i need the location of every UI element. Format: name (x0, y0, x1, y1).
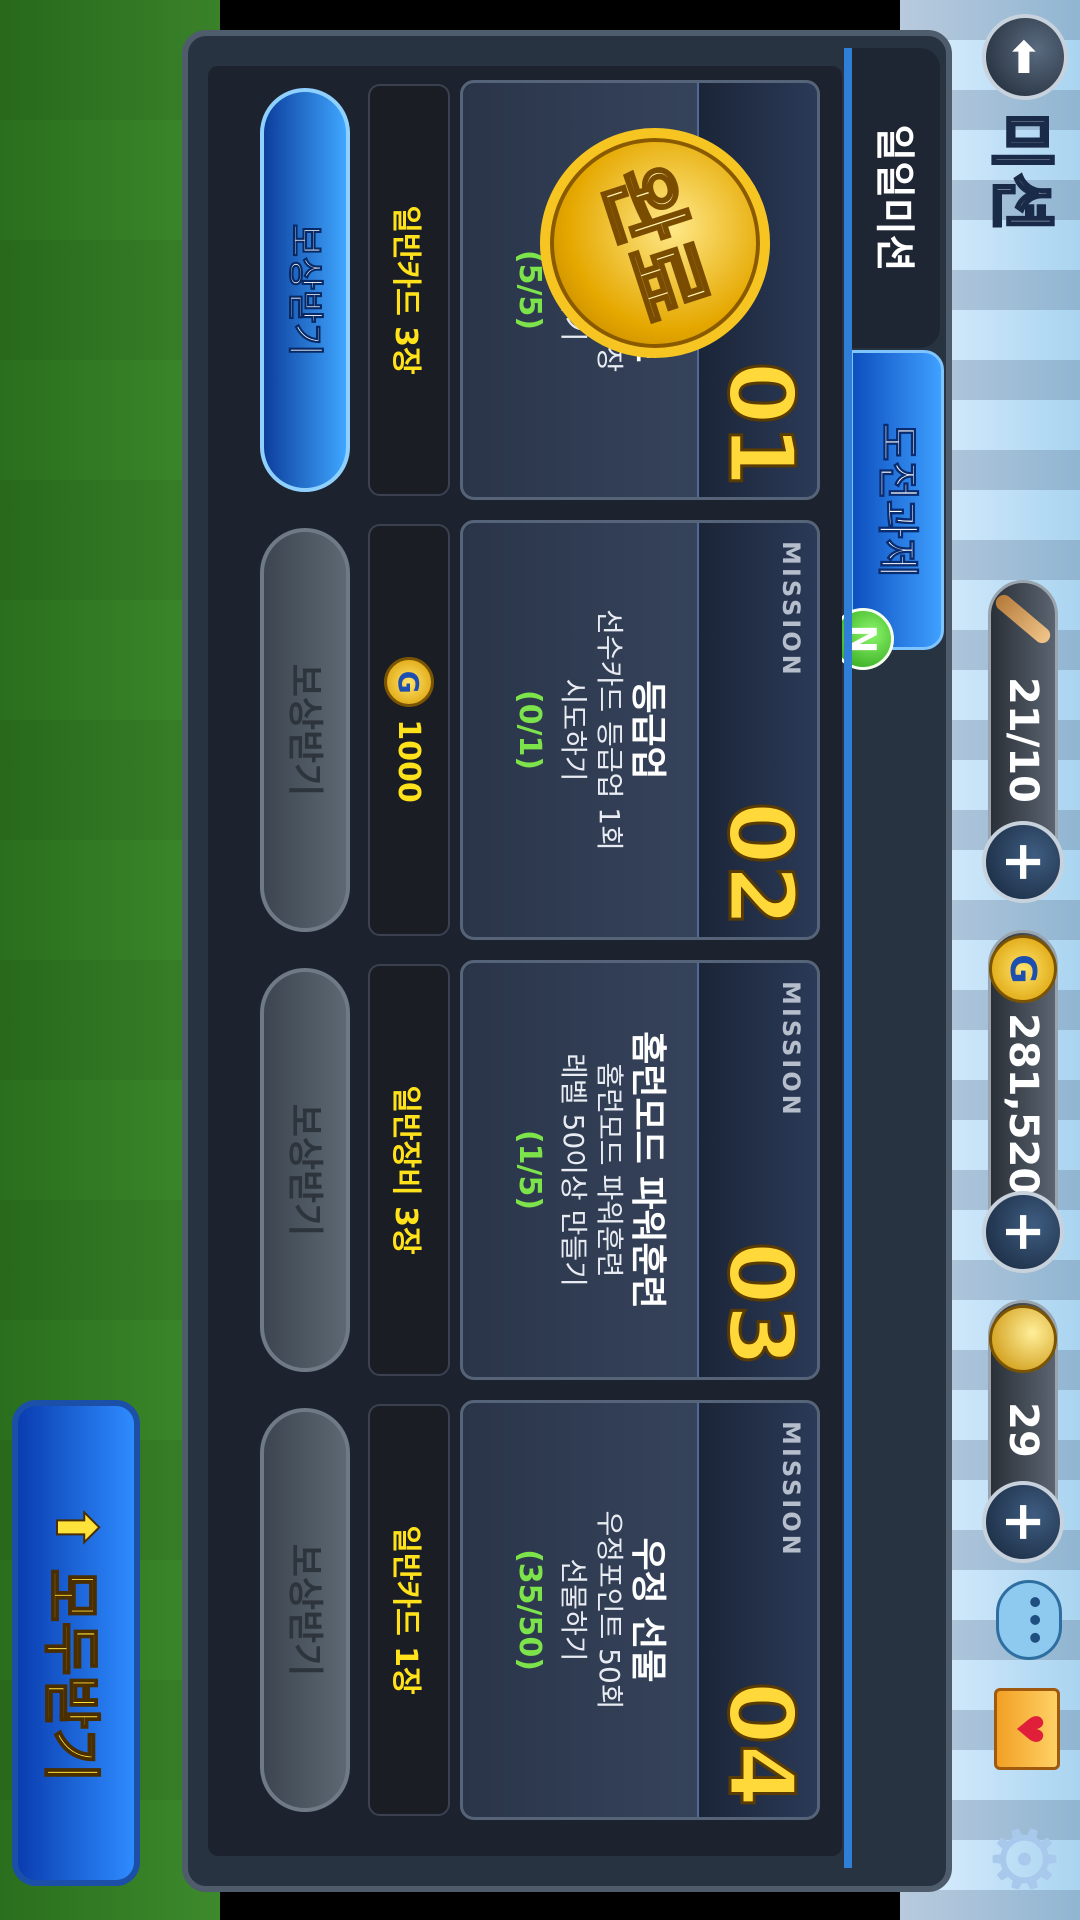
gold-ball-icon (983, 1299, 1063, 1379)
mission-card-04: MISSION 04 우정 선물 우정포인트 50회 선물하기 (35/50) … (240, 1400, 820, 1820)
mission-reward-label: 일반카드 1장 (388, 1525, 423, 1695)
gold-counter: 29 + (982, 1300, 1064, 1563)
add-coin-button[interactable]: + (982, 1191, 1064, 1273)
chat-icon[interactable]: ••• (996, 1580, 1062, 1660)
mission-progress: (35/50) (512, 1549, 547, 1671)
mission-card-02: MISSION 02 등급업 선수카드 등급업 1회 시도하기 (0/1) G … (240, 520, 820, 940)
mission-label: MISSION (777, 1421, 805, 1558)
tab-underline (844, 48, 852, 1868)
mission-number: 02 (707, 800, 815, 928)
mission-title: 홈런모드 파워훈련 (627, 1031, 668, 1309)
mission-card-01: 01 넥센 카드 넥센 카드 5장 획득하기 (5/5) 일반카드 3장 보상받… (240, 80, 820, 500)
mission-description-line1: 우정포인트 50회 (593, 1510, 626, 1710)
mission-number-strip: MISSION 04 (697, 1403, 817, 1820)
mission-number-strip: MISSION 02 (697, 523, 817, 940)
mission-description: 우정포인트 50회 선물하기 (555, 1413, 627, 1807)
mission-description-line2: 선물하기 (557, 1558, 590, 1662)
receive-all-label: 모두받기 (36, 1568, 106, 1783)
mission-description: 홈런모드 파워훈련 레벨 50이상 만들기 (555, 973, 627, 1367)
mission-reward-label: 일반장비 3장 (388, 1085, 423, 1255)
stamina-value: 21/10 (1000, 677, 1046, 803)
claim-reward-button[interactable]: 보상받기 (260, 88, 350, 492)
mission-number: 01 (707, 360, 815, 488)
mission-card-body: MISSION 02 등급업 선수카드 등급업 1회 시도하기 (0/1) (460, 520, 820, 940)
mission-description-line2: 레벨 50이상 만들기 (557, 1053, 590, 1287)
claim-reward-button[interactable]: 보상받기 (260, 528, 350, 932)
claim-reward-button[interactable]: 보상받기 (260, 1408, 350, 1812)
mission-progress: (1/5) (512, 1129, 547, 1211)
add-gold-button[interactable]: + (982, 1481, 1064, 1563)
mission-description: 선수카드 등급업 1회 시도하기 (555, 533, 627, 927)
mission-card-03: MISSION 03 홈런모드 파워훈련 홈런모드 파워훈련 레벨 50이상 만… (240, 960, 820, 1380)
mission-reward: 일반카드 3장 (368, 84, 450, 496)
mission-reward-label: 일반카드 3장 (388, 205, 423, 375)
add-stamina-button[interactable]: + (982, 821, 1064, 903)
mission-card-body: MISSION 04 우정 선물 우정포인트 50회 선물하기 (35/50) (460, 1400, 820, 1820)
arrow-up-icon: ⬆ (43, 1503, 110, 1552)
mission-label: MISSION (777, 981, 805, 1118)
game-screen: ⬅ 미션 21/10 + G 281,520 + 29 + ••• ♥ ⚙ 일일… (0, 0, 1080, 1920)
bat-icon (983, 579, 1063, 659)
mission-number: 04 (707, 1680, 815, 1808)
mission-card-body: MISSION 03 홈런모드 파워훈련 홈런모드 파워훈련 레벨 50이상 만… (460, 960, 820, 1380)
mission-description-line1: 선수카드 등급업 1회 (593, 609, 626, 851)
gear-icon[interactable]: ⚙ (973, 1816, 1073, 1902)
coin-icon: G (983, 929, 1063, 1009)
receive-all-button[interactable]: ⬆ 모두받기 (12, 1400, 140, 1886)
coin-counter: G 281,520 + (982, 930, 1064, 1273)
back-button[interactable]: ⬅ (982, 14, 1068, 100)
page-title: 미션 (982, 111, 1059, 236)
tab-daily-missions[interactable]: 일일미션 (850, 48, 940, 348)
mission-title: 우정 선물 (627, 1537, 668, 1683)
mission-progress: (5/5) (512, 249, 547, 331)
claim-reward-button[interactable]: 보상받기 (260, 968, 350, 1372)
coin-value: 281,520 (1000, 1013, 1046, 1196)
mission-reward: 일반카드 1장 (368, 1404, 450, 1816)
mission-description-line2: 시도하기 (557, 678, 590, 782)
mission-label: MISSION (777, 541, 805, 678)
coin-icon: G (384, 657, 434, 708)
stamina-counter: 21/10 + (982, 580, 1064, 903)
tab-challenges[interactable]: 도전과제 (850, 350, 944, 650)
mission-number: 03 (707, 1240, 815, 1368)
mail-icon[interactable]: ♥ (994, 1688, 1060, 1770)
mission-reward: G 1000 (368, 524, 450, 936)
back-arrow-icon: ⬅ (999, 38, 1051, 76)
mission-title: 등급업 (627, 680, 668, 780)
mission-description-line1: 홈런모드 파워훈련 (593, 1062, 626, 1278)
mission-reward: 일반장비 3장 (368, 964, 450, 1376)
mission-progress: (0/1) (512, 689, 547, 771)
top-bar: ⬅ 미션 21/10 + G 281,520 + 29 + ••• ♥ ⚙ (970, 0, 1080, 1920)
mission-reward-label: 1000 (391, 719, 427, 803)
gold-value: 29 (1000, 1402, 1046, 1458)
mission-number-strip: MISSION 03 (697, 963, 817, 1380)
